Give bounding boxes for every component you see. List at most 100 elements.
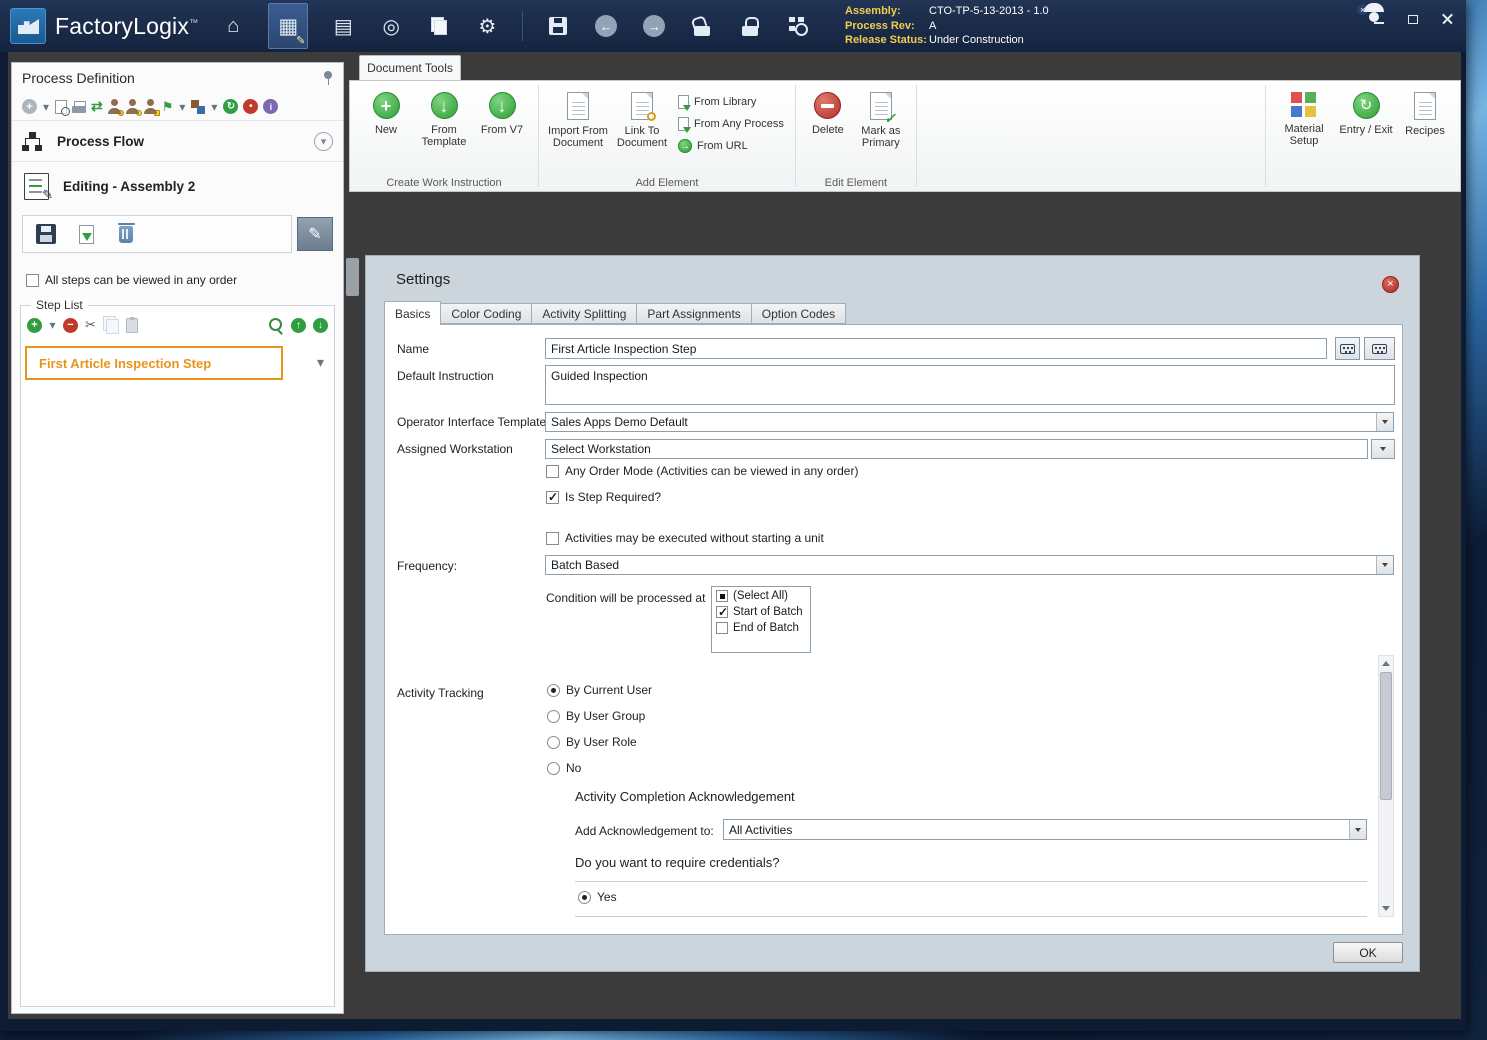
caret-down-icon[interactable] — [210, 99, 218, 115]
keyboard-icon[interactable] — [1335, 337, 1360, 360]
yes-radio[interactable] — [578, 891, 591, 904]
delete-button[interactable]: Delete — [803, 85, 853, 175]
save-icon[interactable] — [545, 11, 571, 41]
home-icon[interactable] — [220, 11, 246, 41]
assigned-workstation-input[interactable] — [545, 439, 1368, 459]
caret-down-icon[interactable] — [42, 99, 50, 115]
is-step-required-checkbox[interactable] — [546, 491, 559, 504]
export-icon[interactable] — [71, 219, 101, 249]
tracking-by-user-role[interactable]: By User Role — [547, 735, 637, 749]
no-radio[interactable] — [547, 762, 560, 775]
find-step-icon[interactable] — [269, 317, 284, 333]
share-icon[interactable] — [162, 99, 174, 115]
ok-button[interactable]: OK — [1333, 942, 1403, 963]
gear-icon[interactable] — [474, 11, 500, 41]
from-url-button[interactable]: From URL — [678, 139, 784, 153]
tab-color-coding[interactable]: Color Coding — [441, 303, 532, 324]
cut-icon[interactable] — [85, 317, 96, 333]
document-list-icon[interactable] — [330, 11, 356, 41]
move-up-icon[interactable] — [291, 318, 306, 333]
edit-pencil-icon[interactable] — [297, 217, 333, 251]
palette-icon[interactable] — [191, 99, 205, 115]
pin-icon[interactable] — [323, 71, 333, 85]
any-order-mode-row[interactable]: Any Order Mode (Activities can be viewed… — [546, 464, 858, 478]
redo-icon[interactable] — [641, 11, 667, 41]
scrollbar-thumb[interactable] — [1380, 672, 1392, 800]
is-step-required-row[interactable]: Is Step Required? — [546, 490, 661, 504]
tracking-by-current-user[interactable]: By Current User — [547, 683, 652, 697]
tab-option-codes[interactable]: Option Codes — [752, 303, 846, 324]
default-instruction-textarea[interactable]: Guided Inspection — [545, 365, 1395, 405]
import-from-document-button[interactable]: Import From Document — [546, 85, 610, 175]
end-of-batch-checkbox[interactable] — [716, 622, 728, 634]
start-of-batch-checkbox[interactable] — [716, 606, 728, 618]
tracking-no[interactable]: No — [547, 761, 581, 775]
condition-option-end-of-batch[interactable]: End of Batch — [716, 622, 806, 634]
maximize-button[interactable] — [1402, 10, 1424, 28]
add-icon[interactable] — [22, 99, 37, 114]
chevron-down-icon[interactable] — [1349, 820, 1366, 839]
from-any-process-button[interactable]: From Any Process — [678, 117, 784, 131]
print-icon[interactable] — [72, 99, 86, 115]
tab-activity-splitting[interactable]: Activity Splitting — [532, 303, 637, 324]
lock-icon[interactable] — [737, 11, 763, 41]
step-chevron-icon[interactable] — [317, 354, 324, 371]
operator-interface-template-select[interactable]: Sales Apps Demo Default — [545, 412, 1394, 432]
add-ack-select[interactable]: All Activities — [723, 819, 1367, 840]
paste-icon[interactable] — [126, 317, 138, 333]
remove-step-icon[interactable] — [63, 318, 78, 333]
caret-down-icon[interactable] — [49, 317, 56, 333]
unlock-icon[interactable] — [689, 11, 715, 41]
from-template-button[interactable]: From Template — [415, 85, 473, 175]
user-edit-icon[interactable] — [108, 99, 121, 115]
name-input[interactable] — [545, 338, 1327, 359]
link-to-document-button[interactable]: Link To Document — [610, 85, 674, 175]
condition-option-select-all[interactable]: (Select All) — [716, 590, 806, 602]
process-flow-row[interactable]: Process Flow — [12, 122, 343, 162]
scroll-down-icon[interactable] — [1379, 901, 1393, 916]
select-all-checkbox[interactable] — [716, 590, 728, 602]
by-user-role-radio[interactable] — [547, 736, 560, 749]
material-setup-button[interactable]: Material Setup — [1273, 85, 1335, 175]
copy-pages-icon[interactable] — [426, 11, 452, 41]
undo-icon[interactable] — [593, 11, 619, 41]
print-preview-icon[interactable] — [55, 99, 67, 115]
from-v7-button[interactable]: From V7 — [473, 85, 531, 175]
any-order-mode-checkbox[interactable] — [546, 465, 559, 478]
new-button[interactable]: New — [357, 85, 415, 175]
tracking-by-user-group[interactable]: By User Group — [547, 709, 645, 723]
copy-icon[interactable] — [103, 317, 119, 333]
step-list-item-selected[interactable]: First Article Inspection Step — [25, 346, 283, 380]
chevron-down-icon[interactable] — [1376, 413, 1393, 431]
all-steps-checkbox[interactable] — [26, 274, 39, 287]
condition-listbox[interactable]: (Select All) Start of Batch End of Batch — [711, 586, 811, 653]
assigned-workstation-dropdown-icon[interactable] — [1371, 439, 1395, 459]
tab-document-tools[interactable]: Document Tools — [359, 55, 461, 80]
mark-as-primary-button[interactable]: Mark as Primary — [853, 85, 909, 175]
user-config-icon[interactable] — [126, 99, 139, 115]
record-icon[interactable] — [243, 99, 258, 114]
tab-basics[interactable]: Basics — [384, 301, 441, 325]
collapse-chevron-icon[interactable] — [314, 132, 333, 151]
minimize-button[interactable] — [1368, 10, 1390, 28]
by-current-user-radio[interactable] — [547, 684, 560, 697]
activities-without-unit-checkbox[interactable] — [546, 532, 559, 545]
close-button[interactable] — [1436, 10, 1458, 28]
condition-option-start-of-batch[interactable]: Start of Batch — [716, 606, 806, 618]
process-editor-icon[interactable] — [268, 3, 308, 49]
vertical-scrollbar[interactable] — [1378, 655, 1394, 917]
all-steps-checkbox-row[interactable]: All steps can be viewed in any order — [26, 273, 237, 287]
info-icon[interactable]: i — [263, 99, 278, 114]
transfer-icon[interactable] — [91, 99, 103, 115]
chevron-down-icon[interactable] — [1376, 556, 1393, 574]
flow-search-icon[interactable] — [785, 11, 811, 41]
add-step-icon[interactable] — [27, 318, 42, 333]
keyboard-alt-icon[interactable] — [1364, 337, 1395, 360]
user-idea-icon[interactable] — [144, 99, 157, 115]
frequency-select[interactable]: Batch Based — [545, 555, 1394, 575]
credentials-yes-row[interactable]: Yes — [578, 890, 617, 904]
activities-without-unit-row[interactable]: Activities may be executed without start… — [546, 531, 824, 545]
move-down-icon[interactable] — [313, 318, 328, 333]
delete-trash-icon[interactable] — [111, 219, 141, 249]
disc-arrows-icon[interactable] — [378, 11, 404, 41]
